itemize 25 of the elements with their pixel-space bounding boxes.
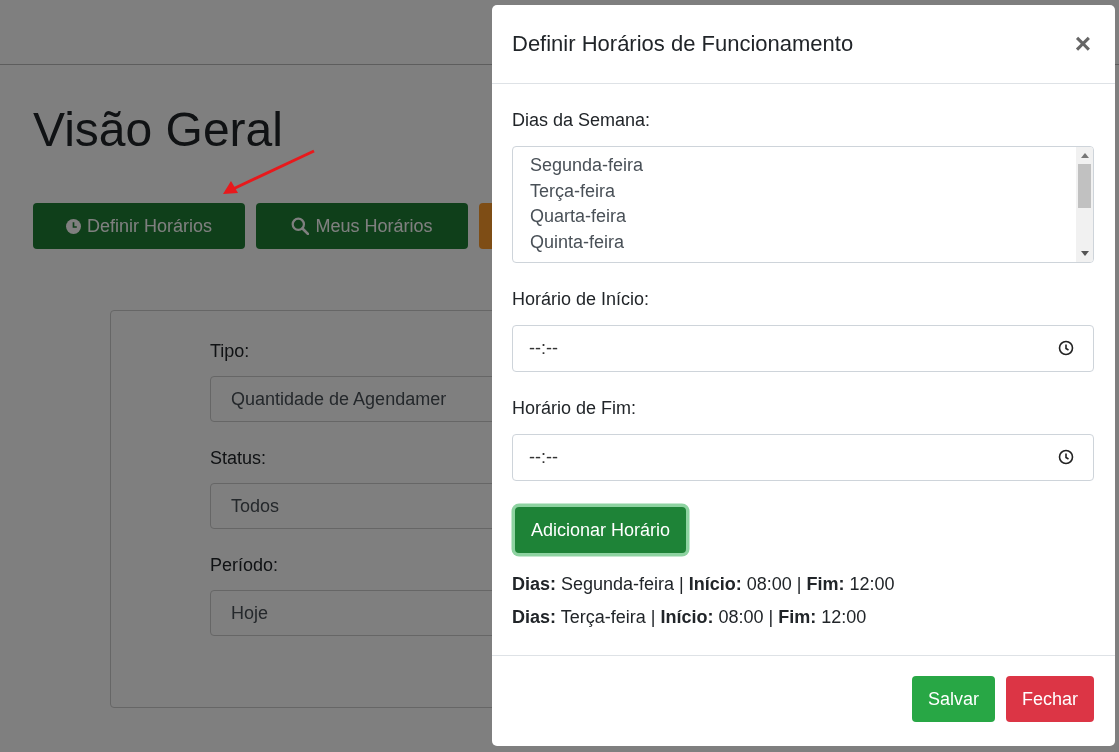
clock-icon[interactable] — [1058, 340, 1074, 356]
field-label: Dias da Semana: — [512, 109, 651, 132]
save-button[interactable]: Salvar — [911, 676, 995, 722]
my-hours-button[interactable]: Meus Horários — [256, 203, 468, 249]
filter-label: Tipo: — [210, 340, 250, 363]
close-button[interactable]: × — [1070, 30, 1095, 58]
weekday-option[interactable]: Quarta-feira — [530, 204, 1076, 230]
define-hours-button[interactable]: Definir Horários — [33, 203, 245, 249]
filter-label: Período: — [210, 554, 279, 577]
clock-icon[interactable] — [1058, 449, 1074, 465]
start-time-field[interactable]: --:-- — [512, 325, 1094, 372]
search-icon — [291, 217, 310, 235]
modal-title: Definir Horários de Funcionamento — [512, 31, 854, 57]
weekday-listbox[interactable]: Segunda-feira Terça-feira Quarta-feira Quinta-feira — [512, 146, 1094, 263]
close-dialog-button[interactable]: Fechar — [1005, 676, 1094, 722]
filter-label: Status: — [210, 447, 267, 470]
clock-icon — [65, 218, 81, 234]
scrollbar[interactable] — [1076, 147, 1093, 262]
field-label: Horário de Início: — [512, 288, 650, 311]
add-schedule-button[interactable]: Adicionar Horário — [515, 507, 687, 553]
end-time-field[interactable]: --:-- — [512, 434, 1094, 481]
weekday-option[interactable]: Terça-feira — [530, 178, 1076, 204]
weekday-option[interactable]: Quinta-feira — [530, 229, 1076, 255]
weekday-option[interactable]: Segunda-feira — [530, 153, 1076, 179]
page-title: Visão Geral — [33, 102, 283, 158]
